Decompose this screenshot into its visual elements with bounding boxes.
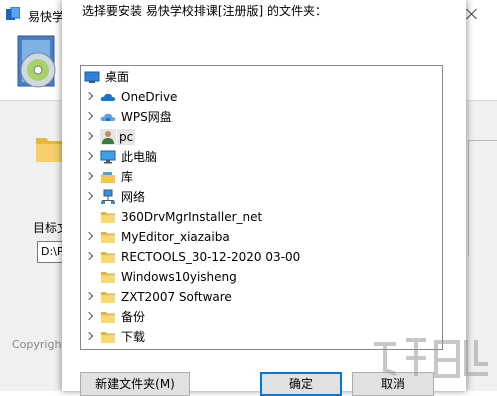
chevron-right-icon[interactable] — [84, 191, 94, 201]
library-icon — [101, 172, 115, 183]
copyright-text: Copyright — [12, 338, 66, 351]
tree-item-desktop[interactable]: 桌面 — [81, 67, 442, 87]
tree-item-library[interactable]: 库 — [81, 167, 442, 187]
setup-cd-icon — [17, 35, 56, 88]
chevron-right-icon[interactable] — [84, 251, 94, 261]
tree-item-label: Windows10yisheng — [121, 270, 237, 284]
tree-item-folder[interactable]: 360DrvMgrInstaller_net — [81, 207, 442, 227]
wps-cloud-icon — [100, 113, 116, 121]
window-edge-frame — [468, 140, 497, 256]
chevron-right-icon[interactable] — [84, 331, 94, 341]
network-icon — [101, 189, 115, 204]
window-edge — [485, 92, 497, 116]
tree-item-label: 360DrvMgrInstaller_net — [121, 210, 263, 224]
new-folder-button[interactable]: 新建文件夹(M) — [80, 372, 190, 396]
tree-item-label: pc — [117, 129, 136, 145]
tree-item-onedrive[interactable]: OneDrive — [81, 87, 442, 107]
tree-item-label: WPS网盘 — [121, 110, 172, 124]
chevron-right-icon[interactable] — [84, 311, 94, 321]
dialog-prompt: 选择要安装 易快学校排课[注册版] 的文件夹： — [82, 4, 327, 18]
folder-icon — [101, 312, 115, 323]
folder-icon — [101, 212, 115, 223]
tree-item-this-pc[interactable]: 此电脑 — [81, 147, 442, 167]
user-icon — [100, 129, 116, 145]
onedrive-cloud-icon — [100, 93, 116, 101]
tree-item-folder[interactable]: 备份 — [81, 307, 442, 327]
computer-icon — [100, 150, 116, 164]
tree-item-folder[interactable]: ZXT2007 Software — [81, 287, 442, 307]
app-icon — [6, 7, 20, 20]
chevron-right-icon[interactable] — [84, 131, 94, 141]
folder-icon — [101, 232, 115, 243]
tree-item-folder[interactable]: RECTOOLS_30-12-2020 03-00 — [81, 247, 442, 267]
tree-item-label: OneDrive — [121, 90, 178, 104]
desktop-icon — [84, 71, 100, 83]
chevron-right-icon[interactable] — [84, 231, 94, 241]
tree-item-label: MyEditor_xiazaiba — [121, 230, 230, 244]
chevron-right-icon[interactable] — [84, 151, 94, 161]
chevron-right-icon[interactable] — [84, 171, 94, 181]
tree-item-network[interactable]: 网络 — [81, 187, 442, 207]
folder-icon — [101, 272, 115, 283]
tree-item-label: RECTOOLS_30-12-2020 03-00 — [121, 250, 301, 264]
installer-title: 易快学 — [28, 10, 65, 24]
folder-icon — [101, 292, 115, 303]
tree-item-label: 下载 — [121, 330, 146, 344]
close-icon[interactable] — [466, 8, 478, 20]
folder-icon — [101, 332, 115, 343]
target-path-input[interactable]: D:\P — [37, 241, 63, 263]
tree-item-wps[interactable]: WPS网盘 — [81, 107, 442, 127]
tree-item-pc[interactable]: pc — [81, 127, 442, 147]
ok-button[interactable]: 确定 — [260, 372, 342, 396]
tree-item-label: ZXT2007 Software — [121, 290, 232, 304]
tree-item-label: 库 — [121, 170, 134, 184]
chevron-right-icon[interactable] — [84, 91, 94, 101]
watermark-logo — [374, 338, 488, 378]
tree-item-folder[interactable]: MyEditor_xiazaiba — [81, 227, 442, 247]
tree-item-label: 此电脑 — [121, 150, 158, 164]
folder-icon — [101, 252, 115, 263]
chevron-right-icon[interactable] — [84, 291, 94, 301]
tree-item-folder[interactable]: Windows10yisheng — [81, 267, 442, 287]
tree-item-label: 网络 — [121, 190, 146, 204]
tree-item-label: 桌面 — [105, 70, 130, 84]
chevron-right-icon[interactable] — [84, 111, 94, 121]
tree-item-label: 备份 — [121, 310, 146, 324]
folder-tree[interactable]: 桌面 OneDrive WPS网盘 pc 此电脑 库 网络 360DrvMgrI… — [80, 65, 443, 350]
